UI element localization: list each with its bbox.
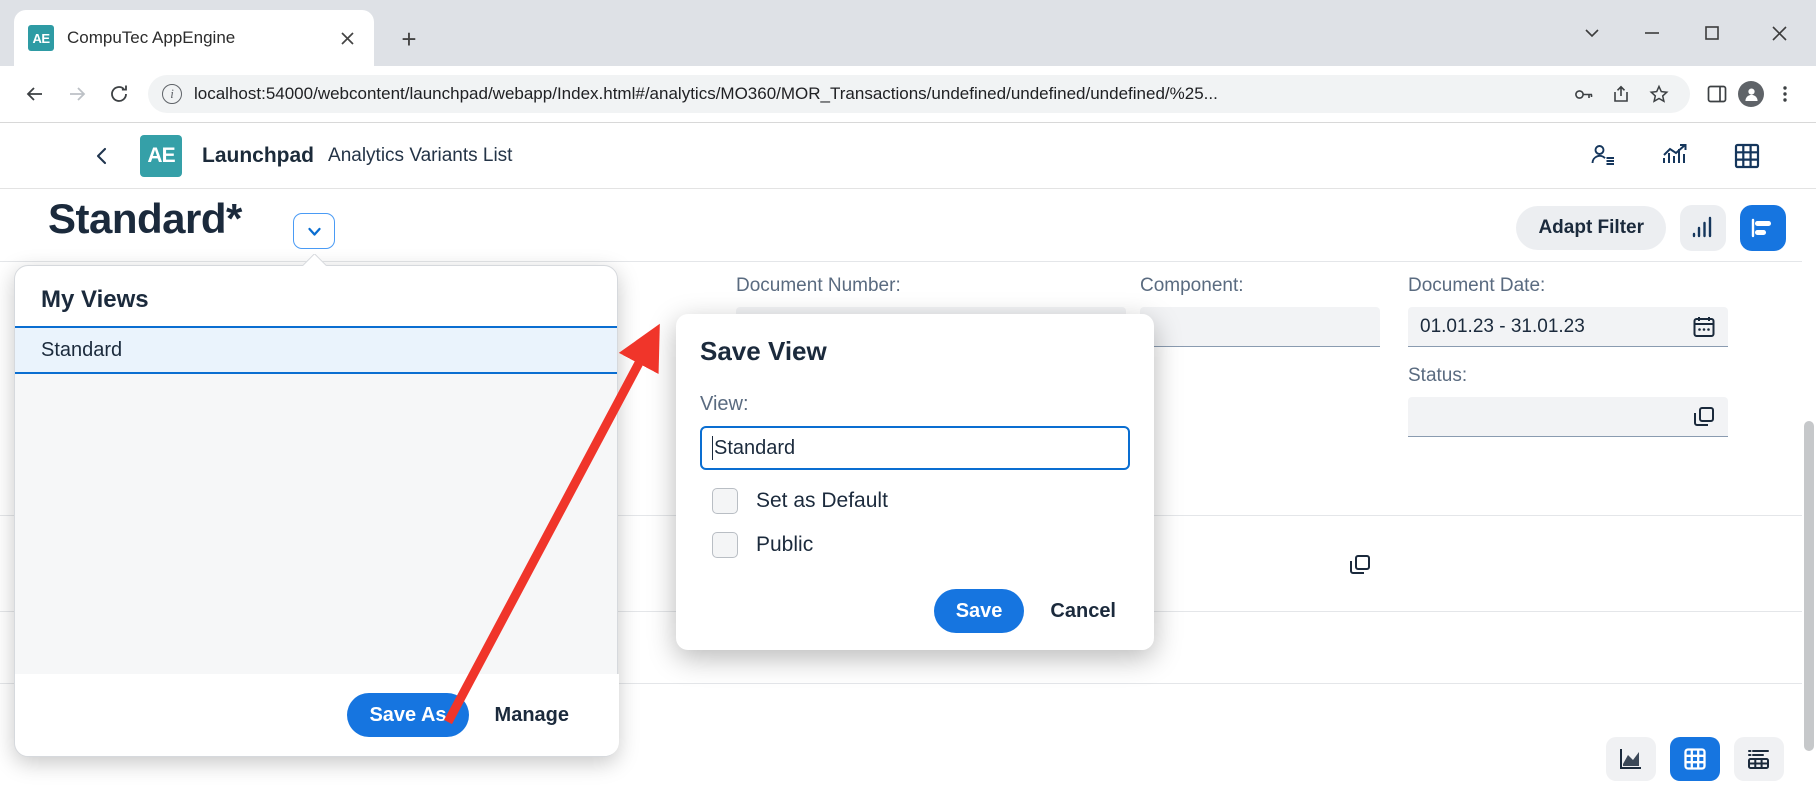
app-title: Launchpad bbox=[202, 143, 315, 167]
bar-chart-icon[interactable] bbox=[1680, 205, 1726, 251]
reload-button-icon[interactable] bbox=[98, 73, 140, 115]
bg-row-icon-2 bbox=[1348, 553, 1372, 582]
view-name-input[interactable]: Standard bbox=[700, 426, 1130, 470]
calendar-icon[interactable] bbox=[1692, 315, 1716, 339]
popover-title: My Views bbox=[41, 286, 149, 313]
app-logo: AE bbox=[140, 134, 182, 177]
share-icon[interactable] bbox=[1604, 77, 1638, 111]
view-switch-toolbar bbox=[1606, 737, 1784, 781]
analytics-trend-icon[interactable] bbox=[1658, 139, 1692, 173]
window-minimize-button[interactable] bbox=[1622, 0, 1682, 66]
app-subtitle: Analytics Variants List bbox=[328, 144, 513, 166]
document-date-value: 01.01.23 - 31.01.23 bbox=[1420, 315, 1585, 337]
tab-favicon: AE bbox=[28, 25, 54, 51]
omnibox-icons bbox=[1566, 77, 1676, 111]
save-as-button[interactable]: Save As bbox=[347, 693, 469, 737]
scrollbar-thumb[interactable] bbox=[1804, 421, 1814, 751]
view-name-label: View: bbox=[700, 393, 749, 415]
avatar bbox=[1738, 81, 1764, 107]
pivot-table-icon[interactable] bbox=[1734, 737, 1784, 781]
filter-list-icon[interactable] bbox=[1740, 205, 1786, 251]
star-icon[interactable] bbox=[1642, 77, 1676, 111]
key-icon[interactable] bbox=[1566, 77, 1600, 111]
back-button-icon[interactable] bbox=[14, 73, 56, 115]
page-scrollbar[interactable] bbox=[1802, 245, 1816, 810]
set-as-default-checkbox[interactable] bbox=[712, 488, 738, 514]
profile-icon[interactable] bbox=[1734, 77, 1768, 111]
sidepanel-icon[interactable] bbox=[1700, 77, 1734, 111]
grid-icon[interactable] bbox=[1730, 139, 1764, 173]
filter-label-document-date: Document Date: bbox=[1408, 275, 1546, 296]
chevron-left-icon[interactable] bbox=[82, 136, 122, 176]
view-list-item-standard[interactable]: Standard bbox=[15, 326, 617, 374]
browser-tabstrip: AE CompuTec AppEngine + bbox=[0, 0, 1816, 66]
tab-close-icon[interactable] bbox=[334, 25, 360, 51]
filter-input-document-date[interactable]: 01.01.23 - 31.01.23 bbox=[1408, 307, 1728, 347]
forward-button-icon[interactable] bbox=[56, 73, 98, 115]
url-text: localhost:54000/webcontent/launchpad/web… bbox=[194, 84, 1218, 103]
window-maximize-button[interactable] bbox=[1682, 0, 1742, 66]
save-button[interactable]: Save bbox=[933, 589, 1025, 633]
public-row[interactable]: Public bbox=[676, 514, 1154, 558]
cancel-button[interactable]: Cancel bbox=[1034, 589, 1132, 633]
address-bar[interactable]: i localhost:54000/webcontent/launchpad/w… bbox=[148, 75, 1690, 113]
window-close-button[interactable] bbox=[1742, 0, 1816, 66]
view-name-value: Standard bbox=[714, 436, 796, 459]
app-header: AE Launchpad Analytics Variants List bbox=[0, 123, 1816, 189]
browser-toolbar: i localhost:54000/webcontent/launchpad/w… bbox=[0, 66, 1816, 122]
table-grid-icon[interactable] bbox=[1670, 737, 1720, 781]
page-title-row: Standard* Adapt Filter bbox=[0, 189, 1816, 261]
info-icon[interactable]: i bbox=[162, 84, 182, 104]
set-as-default-label: Set as Default bbox=[756, 489, 888, 512]
text-cursor bbox=[712, 436, 713, 460]
new-tab-button[interactable]: + bbox=[392, 22, 426, 56]
window-controls bbox=[1562, 0, 1816, 66]
page-title: Standard* bbox=[48, 195, 242, 242]
user-list-icon[interactable] bbox=[1586, 139, 1620, 173]
browser-tab[interactable]: AE CompuTec AppEngine bbox=[14, 10, 374, 66]
more-vertical-icon[interactable] bbox=[1768, 77, 1802, 111]
popover-arrow bbox=[303, 254, 327, 266]
variant-chevron-down-icon[interactable] bbox=[293, 213, 335, 249]
filter-label-status: Status: bbox=[1408, 365, 1468, 386]
set-as-default-row[interactable]: Set as Default bbox=[676, 470, 1154, 514]
browser-window: AE CompuTec AppEngine + i localhost:5400… bbox=[0, 0, 1816, 810]
tab-search-icon[interactable] bbox=[1562, 0, 1622, 66]
adapt-filter-button[interactable]: Adapt Filter bbox=[1516, 206, 1666, 250]
filter-input-component[interactable] bbox=[1140, 307, 1380, 347]
dialog-footer: Save Cancel bbox=[676, 572, 1154, 650]
my-views-popover: My Views Standard Save As Manage bbox=[14, 265, 619, 757]
filter-label-component: Component: bbox=[1140, 275, 1244, 296]
tab-title: CompuTec AppEngine bbox=[67, 28, 236, 47]
area-chart-icon[interactable] bbox=[1606, 737, 1656, 781]
dialog-title: Save View bbox=[700, 336, 827, 366]
save-view-dialog: Save View View: Standard Set as Default … bbox=[676, 314, 1154, 650]
popover-list-body bbox=[15, 374, 617, 712]
value-help-icon[interactable] bbox=[1692, 405, 1716, 429]
public-label: Public bbox=[756, 533, 814, 556]
public-checkbox[interactable] bbox=[712, 532, 738, 558]
manage-button[interactable]: Manage bbox=[479, 693, 585, 737]
popover-footer: Save As Manage bbox=[15, 674, 619, 756]
filter-label-document-number: Document Number: bbox=[736, 275, 901, 296]
filter-input-status[interactable] bbox=[1408, 397, 1728, 437]
page-toolbar: Adapt Filter bbox=[1516, 205, 1786, 251]
app-header-actions bbox=[1586, 139, 1790, 173]
